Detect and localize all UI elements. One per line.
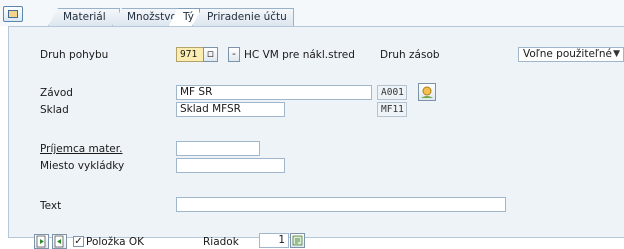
value-help-icon[interactable]: ▫ [203,47,218,62]
movement-type-description: HC VM pre nákl.stred [244,49,355,61]
item-ok-checkbox[interactable]: ✓ [73,236,84,247]
plant-code: A001 [377,85,407,100]
movement-type-field[interactable]: 971 [176,47,204,62]
storage-code: MF11 [377,102,407,117]
tab-label: Materiál [63,11,106,23]
movement-type-label: Druh pohybu [40,49,109,61]
tab-material[interactable]: Materiál [48,8,120,26]
text-label: Text [40,200,62,212]
storage-label: Sklad [40,104,69,116]
prev-item-icon[interactable] [34,234,49,249]
plant-label: Závod [40,87,73,99]
map-icon[interactable] [418,83,436,101]
movement-sign-field: - [228,47,240,62]
recipient-field[interactable] [176,141,260,156]
tab-account-assignment[interactable]: Priradenie účtu [192,8,294,26]
recipient-label: Príjemca mater. [40,143,123,155]
stock-type-dropdown[interactable]: Voľne použiteľné ▼ [518,47,624,62]
storage-field[interactable]: Sklad MFSR [176,102,285,117]
unloading-point-label: Miesto vykládky [40,160,125,172]
unloading-point-field[interactable] [176,158,285,173]
item-ok-label: Položka OK [86,236,145,248]
stock-type-label: Druh zásob [380,49,440,61]
text-field[interactable] [176,197,506,212]
plant-field[interactable]: MF SR [176,85,372,100]
next-item-icon[interactable] [52,234,67,249]
chevron-down-icon: ▼ [613,49,620,59]
tab-label: Priradenie účtu [207,11,287,23]
tab-label: Množstvo [127,11,177,23]
menu-icon [8,10,18,18]
menu-button[interactable] [3,6,23,22]
stock-type-value: Voľne použiteľné [523,48,612,60]
tab-label: Tý [183,11,194,23]
row-label: Riadok [203,236,239,248]
